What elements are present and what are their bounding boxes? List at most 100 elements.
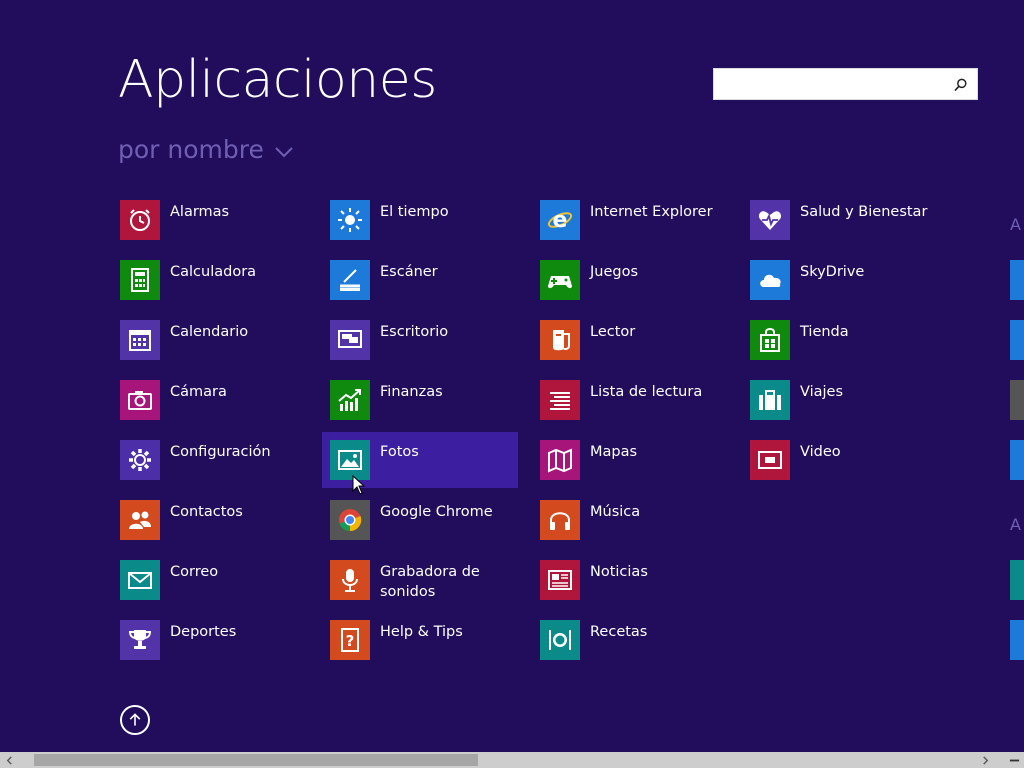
calendar-icon <box>129 330 151 351</box>
gamepad-icon <box>548 276 572 289</box>
app-label: Juegos <box>590 264 639 280</box>
horizontal-scrollbar[interactable] <box>0 752 1024 768</box>
app-tile-headphones[interactable]: Música <box>540 500 736 556</box>
app-tile-people[interactable]: Contactos <box>120 500 316 556</box>
app-tile-background <box>750 200 790 240</box>
search-box <box>713 68 978 100</box>
app-label: Contactos <box>170 504 243 520</box>
app-tile-background: ? <box>330 620 370 660</box>
app-tile-scanner[interactable]: Escáner <box>330 260 526 316</box>
app-tile-background <box>330 320 370 360</box>
app-tile-background <box>750 440 790 480</box>
section-letter-a: A <box>1010 215 1021 234</box>
scroll-right-button[interactable] <box>976 752 994 768</box>
partial-app-tile[interactable] <box>1010 560 1024 600</box>
app-label: Internet Explorer <box>590 204 713 220</box>
app-tile-chart-growth[interactable]: Finanzas <box>330 380 526 436</box>
partial-app-tile[interactable] <box>1010 620 1024 660</box>
app-tile-background <box>120 380 160 420</box>
sort-dropdown[interactable]: por nombre <box>118 135 294 164</box>
app-tile-background <box>120 200 160 240</box>
store-bag-icon <box>760 328 780 352</box>
reading-list-icon <box>550 392 570 410</box>
app-tile-sun[interactable]: El tiempo <box>330 200 526 256</box>
app-tile-help-book[interactable]: ? Help & Tips <box>330 620 526 676</box>
trophy-icon <box>128 630 152 649</box>
partial-app-tile[interactable] <box>1010 380 1024 420</box>
app-tile-trophy[interactable]: Deportes <box>120 620 316 676</box>
app-tile-chrome[interactable]: Google Chrome <box>330 500 526 556</box>
app-tile-background <box>750 260 790 300</box>
app-label: Fotos <box>380 444 419 460</box>
app-tile-background <box>540 320 580 360</box>
desktop-icon <box>338 330 362 348</box>
scroll-left-button[interactable] <box>0 752 18 768</box>
app-label: Correo <box>170 564 219 580</box>
app-tile-background <box>540 380 580 420</box>
app-label: Finanzas <box>380 384 443 400</box>
app-label: Alarmas <box>170 204 230 220</box>
partial-app-tile[interactable] <box>1010 440 1024 480</box>
app-tile-newspaper[interactable]: Noticias <box>540 560 736 616</box>
scrollbar-thumb[interactable] <box>34 754 478 766</box>
app-tile-reading-list[interactable]: Lista de lectura <box>540 380 736 436</box>
app-tile-background <box>120 320 160 360</box>
app-tile-background <box>120 560 160 600</box>
app-tile-gamepad[interactable]: Juegos <box>540 260 736 316</box>
app-tile-reader[interactable]: Lector <box>540 320 736 376</box>
app-tile-calendar[interactable]: Calendario <box>120 320 316 376</box>
app-tile-background <box>330 440 370 480</box>
search-input[interactable] <box>714 69 944 99</box>
partial-app-tile[interactable] <box>1010 320 1024 360</box>
app-tile-video[interactable]: Video <box>750 440 946 496</box>
page-title: Aplicaciones <box>118 50 437 110</box>
app-tile-background <box>330 500 370 540</box>
newspaper-icon <box>548 570 572 590</box>
video-icon <box>758 451 782 469</box>
heart-monitor-icon <box>758 211 782 230</box>
app-tile-heart-monitor[interactable]: Salud y Bienestar <box>750 200 946 256</box>
app-tile-background <box>120 500 160 540</box>
partial-app-tile[interactable] <box>1010 260 1024 300</box>
app-tile-gear[interactable]: Configuración <box>120 440 316 496</box>
app-tile-cloud[interactable]: SkyDrive <box>750 260 946 316</box>
app-tile-microphone[interactable]: Grabadora de sonidos <box>330 560 526 616</box>
app-tile-background <box>330 560 370 600</box>
app-label: Calendario <box>170 324 249 340</box>
mouse-cursor-icon <box>352 475 366 495</box>
sort-label: por nombre <box>118 135 264 164</box>
app-tile-background: e <box>540 200 580 240</box>
app-tile-desktop[interactable]: Escritorio <box>330 320 526 376</box>
app-label: Viajes <box>800 384 844 400</box>
search-button[interactable] <box>951 75 971 95</box>
people-icon <box>129 511 151 529</box>
app-label: Mapas <box>590 444 638 460</box>
app-tile-store-bag[interactable]: Tienda <box>750 320 946 376</box>
calculator-icon <box>131 268 149 292</box>
app-tile-background <box>540 560 580 600</box>
app-tile-dinner-plate[interactable]: Recetas <box>540 620 736 676</box>
photo-icon <box>338 450 362 470</box>
scroll-up-button[interactable] <box>120 705 150 735</box>
app-tile-camera[interactable]: Cámara <box>120 380 316 436</box>
zoom-out-button[interactable] <box>1004 752 1024 768</box>
reader-icon <box>553 330 570 351</box>
arrow-up-icon <box>129 713 141 726</box>
app-tile-mail[interactable]: Correo <box>120 560 316 616</box>
help-book-icon: ? <box>341 628 359 652</box>
app-label: Configuración <box>170 444 271 460</box>
app-tile-background <box>120 440 160 480</box>
minus-icon <box>1009 759 1019 761</box>
app-label: Escritorio <box>380 324 449 340</box>
app-tile-suitcase[interactable]: Viajes <box>750 380 946 436</box>
app-tile-calculator[interactable]: Calculadora <box>120 260 316 316</box>
chevron-left-icon <box>6 755 12 765</box>
svg-text:?: ? <box>346 632 355 650</box>
app-tile-background <box>540 620 580 660</box>
app-tile-map[interactable]: Mapas <box>540 440 736 496</box>
cloud-icon <box>760 274 781 287</box>
app-tile-alarm-clock[interactable]: Alarmas <box>120 200 316 256</box>
app-tile-internet-explorer[interactable]: e Internet Explorer <box>540 200 736 256</box>
app-label: El tiempo <box>380 204 449 220</box>
app-label: Lista de lectura <box>590 384 703 400</box>
